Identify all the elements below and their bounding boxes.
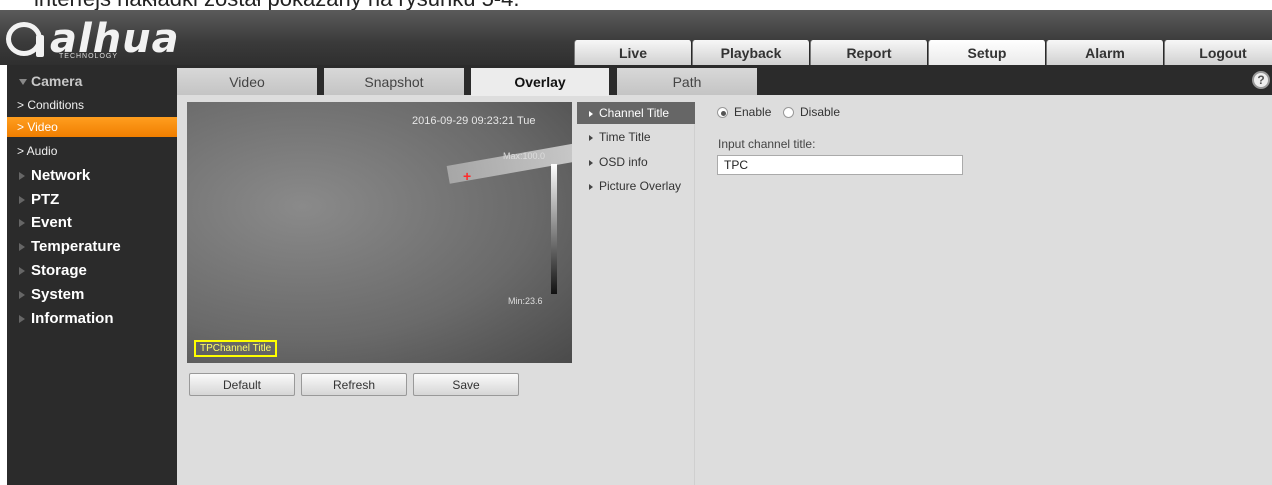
menu-arrow-icon (589, 159, 593, 166)
preview-min-temp: Min:23.6 (508, 296, 543, 306)
menu-arrow-icon (589, 134, 593, 141)
logo-mark-icon (6, 22, 44, 57)
channel-title-input[interactable]: TPC (717, 155, 963, 175)
menu-item-label: Channel Title (599, 106, 670, 120)
help-icon[interactable]: ? (1252, 71, 1270, 89)
radio-checked-icon (717, 106, 728, 118)
sidebar-item-label: Storage (31, 262, 87, 279)
expand-arrow-icon (19, 196, 25, 205)
sidebar-item-label: Temperature (31, 238, 121, 255)
disable-radio-label: Disable (800, 105, 841, 119)
menu-item-osd-info[interactable]: OSD info (577, 151, 695, 173)
tab-overlay[interactable]: Overlay (471, 68, 609, 96)
menu-item-label: OSD info (599, 155, 648, 169)
sidebar-item-temperature[interactable]: Temperature (19, 238, 121, 255)
collapse-arrow-icon (19, 79, 27, 86)
menu-item-label: Time Title (599, 130, 651, 144)
radio-unchecked-icon (783, 106, 794, 118)
nav-tab-playback[interactable]: Playback (692, 40, 810, 66)
refresh-button[interactable]: Refresh (301, 373, 407, 396)
nav-tab-logout[interactable]: Logout (1164, 40, 1272, 66)
tab-snapshot[interactable]: Snapshot (324, 68, 464, 95)
expand-arrow-icon (19, 267, 25, 276)
expand-arrow-icon (19, 172, 25, 181)
brand-logo: alhua TECHNOLOGY (6, 16, 179, 62)
top-bar: alhua TECHNOLOGY Live Playback Report Se… (0, 10, 1272, 66)
menu-item-picture-overlay[interactable]: Picture Overlay (577, 175, 695, 197)
crosshair-icon: + (463, 168, 472, 184)
menu-arrow-icon (589, 110, 593, 117)
menu-item-label: Picture Overlay (599, 179, 682, 193)
channel-title-form: Enable Disable Input channel title: TPC (717, 103, 1217, 183)
menu-item-channel-title[interactable]: Channel Title (577, 102, 695, 124)
sidebar-item-network[interactable]: Network (19, 167, 90, 184)
content-panel: Video Snapshot Overlay Path ? 2016-09-29… (177, 65, 1272, 485)
expand-arrow-icon (19, 219, 25, 228)
channel-title-input-label: Input channel title: (718, 137, 816, 151)
overlay-menu: Channel Title Time Title OSD info Pictur… (577, 102, 695, 485)
sidebar-item-event[interactable]: Event (19, 214, 72, 231)
menu-item-time-title[interactable]: Time Title (577, 126, 695, 148)
sidebar-subitem-conditions[interactable]: > Conditions (7, 95, 177, 115)
expand-arrow-icon (19, 243, 25, 252)
expand-arrow-icon (19, 315, 25, 324)
enable-radio-label: Enable (734, 105, 772, 119)
nav-tab-setup[interactable]: Setup (928, 40, 1046, 66)
sidebar-item-ptz[interactable]: PTZ (19, 191, 59, 208)
expand-arrow-icon (19, 291, 25, 300)
disable-radio[interactable]: Disable (783, 105, 840, 119)
sidebar-item-label: Network (31, 167, 91, 184)
subtab-bar: Video Snapshot Overlay Path ? (177, 65, 1272, 96)
sidebar-item-label: PTZ (31, 191, 60, 208)
tab-video[interactable]: Video (177, 68, 317, 95)
channel-title-overlay-box[interactable]: TPChannel Title (194, 340, 278, 357)
enable-radio[interactable]: Enable (717, 105, 771, 119)
sidebar-section-camera[interactable]: Camera (19, 73, 82, 89)
nav-tab-alarm[interactable]: Alarm (1046, 40, 1164, 66)
logo-tagline: TECHNOLOGY (59, 53, 119, 60)
sidebar: Camera > Conditions > Video > Audio Netw… (7, 65, 177, 485)
preview-timestamp: 2016-09-29 09:23:21 Tue (412, 115, 536, 127)
sidebar-subitem-video[interactable]: > Video (7, 117, 177, 137)
sidebar-item-label: Information (31, 310, 114, 327)
tab-path[interactable]: Path (617, 68, 757, 95)
temperature-scale-bar (551, 164, 557, 294)
default-button[interactable]: Default (189, 373, 295, 396)
save-button[interactable]: Save (413, 373, 519, 396)
sidebar-subitem-audio[interactable]: > Audio (7, 141, 177, 161)
menu-arrow-icon (589, 183, 593, 190)
sidebar-item-information[interactable]: Information (19, 310, 114, 327)
sidebar-item-system[interactable]: System (19, 286, 84, 303)
main-nav: Live Playback Report Setup Alarm Logout (574, 40, 1272, 66)
sidebar-item-label: Event (31, 214, 72, 231)
nav-tab-live[interactable]: Live (574, 40, 692, 66)
preview-max-temp: Max:100.0 (503, 151, 546, 161)
sidebar-item-label: System (31, 286, 85, 303)
sidebar-section-label: Camera (31, 73, 83, 89)
nav-tab-report[interactable]: Report (810, 40, 928, 66)
app-root: interfejs nakładki został pokazany na ry… (0, 0, 1272, 485)
video-preview[interactable]: 2016-09-29 09:23:21 Tue Max:100.0 Min:23… (187, 102, 572, 363)
sidebar-item-storage[interactable]: Storage (19, 262, 87, 279)
